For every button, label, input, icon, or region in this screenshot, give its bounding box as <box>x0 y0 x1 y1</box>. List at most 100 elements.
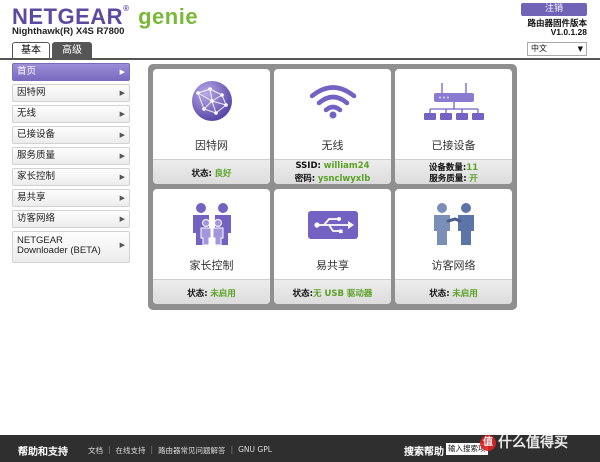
sidebar-item-label: 易共享 <box>17 192 46 203</box>
help-support-title: 帮助和支持 <box>18 447 68 458</box>
tile-content: 易共享 <box>274 189 391 279</box>
guest-people-icon <box>429 201 479 251</box>
tile-status-bar: SSID: william24 密码: ysnclwyxlb <box>274 159 391 184</box>
link-separator: | <box>108 445 111 454</box>
tile-attached-devices[interactable]: 已接设备 设备数量:11 服务质量: 开 <box>395 69 512 184</box>
sidebar-item-internet[interactable]: 因特网 ▶ <box>12 84 130 102</box>
tile-title: 家长控制 <box>189 259 234 272</box>
sidebar-item-guest-network[interactable]: 访客网络 ▶ <box>12 210 130 228</box>
tile-content: 访客网络 <box>395 189 512 279</box>
sidebar-item-label: 家长控制 <box>17 171 56 182</box>
tile-title: 已接设备 <box>431 139 476 152</box>
chevron-right-icon: ▶ <box>119 173 125 181</box>
chevron-right-icon: ▶ <box>119 131 125 139</box>
logout-button[interactable]: 注销 <box>521 3 587 16</box>
tile-internet[interactable]: 因特网 状态: 良好 <box>153 69 270 184</box>
sidebar-item-netgear-downloader[interactable]: NETGEAR Downloader (BETA) ▶ <box>12 231 130 263</box>
link-separator: | <box>150 445 154 454</box>
brand-registered-mark: ® <box>123 4 130 13</box>
tile-content: 因特网 <box>153 69 270 159</box>
globe-icon <box>190 79 234 127</box>
tile-wireless[interactable]: 无线 SSID: william24 密码: ysnclwyxlb <box>274 69 391 184</box>
sidebar-item-label: 首页 <box>17 66 37 77</box>
header: NETGEAR® genie Nighthawk(R) X4S R7800 注销… <box>0 0 600 62</box>
status-value: 良好 <box>214 169 232 179</box>
ssid-key: SSID: <box>295 161 321 171</box>
sidebar-item-readyshare[interactable]: 易共享 ▶ <box>12 189 130 207</box>
dashboard-panel: 因特网 状态: 良好 无线 SSID: william24 密码: ysnclw… <box>148 64 517 310</box>
tile-status-bar: 状态:无 USB 驱动器 <box>274 279 391 304</box>
sidebar-item-parental-controls[interactable]: 家长控制 ▶ <box>12 168 130 186</box>
link-online-support[interactable]: 在线支持 <box>116 445 146 456</box>
tab-advanced[interactable]: 高级 <box>52 42 92 59</box>
genie-text: genie <box>138 4 199 29</box>
watermark-logo-icon: 值 <box>480 435 496 451</box>
chevron-right-icon: ▶ <box>119 68 125 76</box>
tile-status-bar: 状态: 未启用 <box>395 279 512 304</box>
ssid-value: william24 <box>323 161 370 171</box>
sidebar-item-wireless[interactable]: 无线 ▶ <box>12 105 130 123</box>
chevron-right-icon: ▶ <box>119 242 125 249</box>
wifi-icon <box>308 83 358 123</box>
qos-key: 服务质量: <box>429 174 467 184</box>
chevron-right-icon: ▶ <box>119 110 125 118</box>
tile-status-bar: 设备数量:11 服务质量: 开 <box>395 159 512 184</box>
usb-icon <box>307 211 358 243</box>
password-value: ysnclwyxlb <box>317 174 371 184</box>
sidebar-item-attached-devices[interactable]: 已接设备 ▶ <box>12 126 130 144</box>
footer-links: 文档 | 在线支持 | 路由器常见问题解答 | GNU GPL <box>88 445 272 456</box>
status-value: 未启用 <box>452 289 478 299</box>
sidebar-item-label: 无线 <box>17 108 37 119</box>
tile-guest-network[interactable]: 访客网络 状态: 未启用 <box>395 189 512 304</box>
parental-status: 状态: 未启用 <box>153 287 270 299</box>
tile-title: 因特网 <box>195 139 228 152</box>
search-help-label: 搜索帮助 <box>404 447 444 458</box>
firmware-version: V1.0.1.28 <box>550 27 587 37</box>
sidebar: 首页 ▶ 因特网 ▶ 无线 ▶ 已接设备 ▶ 服务质量 ▶ 家长控制 ▶ 易共享 ▶ 访客网络… <box>12 63 130 266</box>
family-icon <box>189 201 235 251</box>
link-gnu-gpl[interactable]: GNU GPL <box>238 445 272 456</box>
sidebar-item-label: 访客网络 <box>17 213 56 224</box>
status-key: 状态: <box>292 289 313 299</box>
tab-bar: 基本 高级 <box>12 42 92 59</box>
header-divider <box>0 58 600 60</box>
tile-content: 无线 <box>274 69 391 159</box>
language-value: 中文 <box>531 44 547 53</box>
sidebar-item-label: 服务质量 <box>17 150 56 161</box>
tile-title: 无线 <box>321 139 344 152</box>
sidebar-item-label: 已接设备 <box>17 129 56 140</box>
tile-status-bar: 状态: 未启用 <box>153 279 270 304</box>
wireless-password: 密码: ysnclwyxlb <box>274 172 391 184</box>
chevron-right-icon: ▶ <box>119 152 125 160</box>
tile-title: 访客网络 <box>431 259 476 272</box>
readyshare-status: 状态:无 USB 驱动器 <box>274 287 391 299</box>
link-documentation[interactable]: 文档 <box>88 445 103 456</box>
link-separator: | <box>230 445 234 454</box>
status-key: 状态: <box>191 169 212 179</box>
status-value: 无 USB 驱动器 <box>312 289 373 299</box>
status-key: 状态: <box>429 289 450 299</box>
sidebar-item-label: 因特网 <box>17 87 46 98</box>
tile-title: 易共享 <box>316 259 349 272</box>
router-icon <box>422 79 486 127</box>
sidebar-item-label: Downloader (BETA) <box>17 245 101 256</box>
sidebar-item-qos[interactable]: 服务质量 ▶ <box>12 147 130 165</box>
chevron-right-icon: ▶ <box>119 89 125 97</box>
qos-status: 服务质量: 开 <box>395 172 512 184</box>
link-router-faq[interactable]: 路由器常见问题解答 <box>158 445 226 456</box>
qos-value: 开 <box>469 174 478 184</box>
tile-parental-controls[interactable]: 家长控制 状态: 未启用 <box>153 189 270 304</box>
tile-status-bar: 状态: 良好 <box>153 159 270 184</box>
model-name: Nighthawk(R) X4S R7800 <box>12 26 125 37</box>
guest-status: 状态: 未启用 <box>395 287 512 299</box>
chevron-right-icon: ▶ <box>119 194 125 202</box>
sidebar-item-home[interactable]: 首页 ▶ <box>12 63 130 81</box>
status-key: 状态: <box>187 289 208 299</box>
chevron-down-icon: ▼ <box>577 45 583 53</box>
status-value: 未启用 <box>210 289 236 299</box>
tile-readyshare[interactable]: 易共享 状态:无 USB 驱动器 <box>274 189 391 304</box>
watermark: 值什么值得买 <box>480 432 568 452</box>
wireless-ssid: SSID: william24 <box>274 161 391 171</box>
tab-basic[interactable]: 基本 <box>12 42 50 59</box>
language-select[interactable]: 中文 ▼ <box>527 42 587 56</box>
